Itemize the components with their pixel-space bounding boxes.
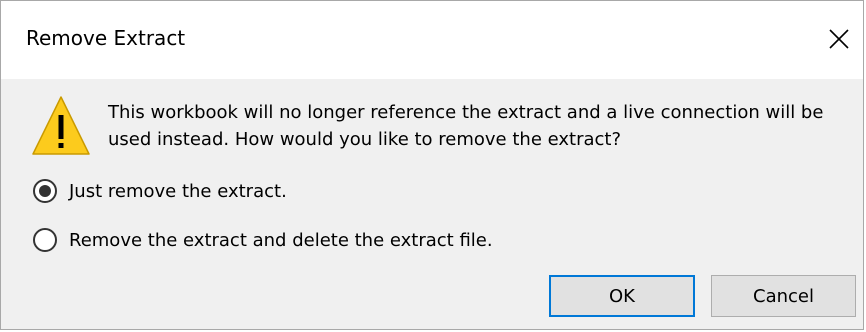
radio-button-selected[interactable] <box>33 179 57 203</box>
option-label: Remove the extract and delete the extrac… <box>69 229 493 251</box>
title-bar: Remove Extract <box>1 1 863 79</box>
close-icon <box>829 29 849 49</box>
ok-button[interactable]: OK <box>549 275 695 317</box>
cancel-button[interactable]: Cancel <box>711 275 856 317</box>
close-button[interactable] <box>819 19 859 59</box>
radio-button[interactable] <box>33 228 57 252</box>
radio-dot <box>39 185 51 197</box>
option-label: Just remove the extract. <box>69 180 287 202</box>
option-remove-and-delete[interactable]: Remove the extract and delete the extrac… <box>33 228 493 252</box>
remove-extract-dialog: Remove Extract This workbook will no lon… <box>0 0 864 330</box>
warning-icon <box>32 96 90 155</box>
dialog-message: This workbook will no longer reference t… <box>108 102 824 150</box>
option-just-remove[interactable]: Just remove the extract. <box>33 179 287 203</box>
dialog-title: Remove Extract <box>26 26 186 50</box>
